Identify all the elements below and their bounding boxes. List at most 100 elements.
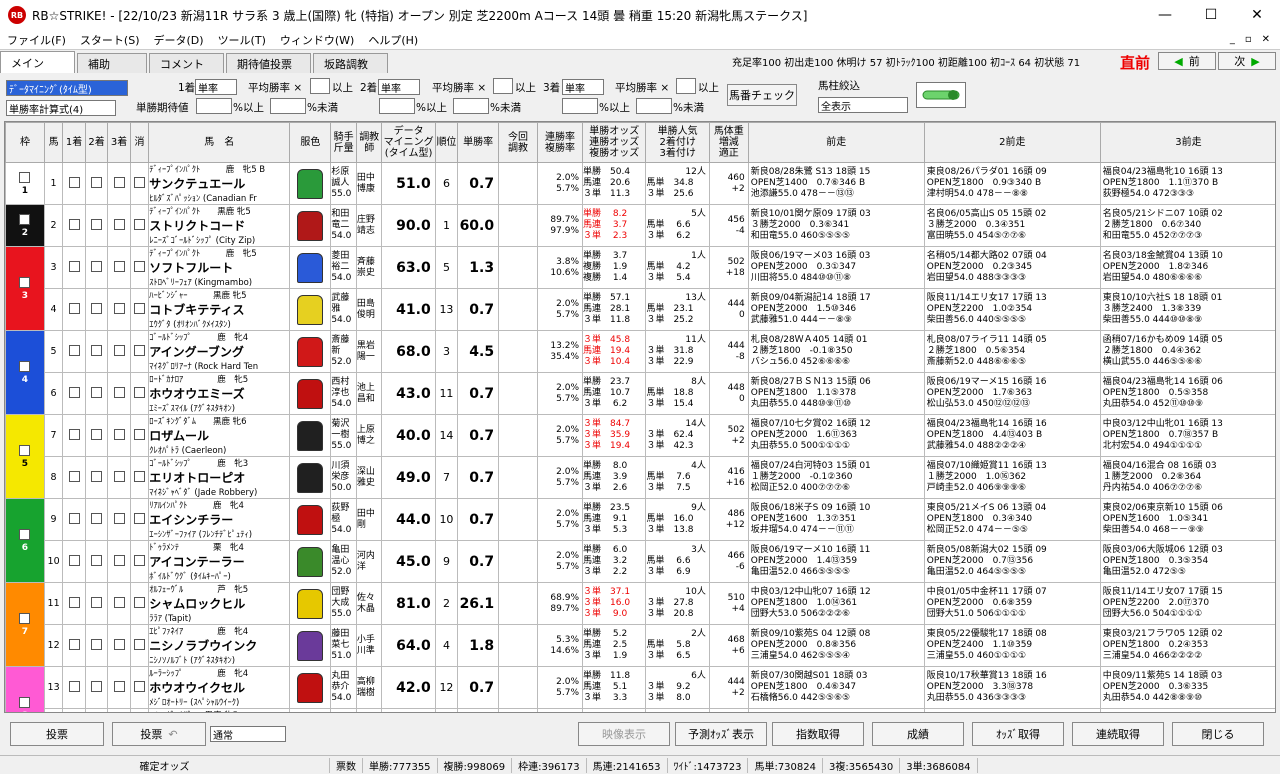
horse-cell[interactable]: ﾄﾞｩﾗﾒﾝﾃ 栗 牝4 アイコンテーラー ﾎﾞｲﾙﾄﾞｳｸﾞ (ﾀｲﾑｷｰﾊﾟｰ) xyxy=(148,540,291,583)
pick-checkbox[interactable] xyxy=(113,344,125,356)
pick-checkbox[interactable] xyxy=(68,218,80,230)
table-row[interactable]: 5 7 ﾛｰｽﾞｷﾝｸﾞﾀﾞﾑ 黒鹿 牝6 ロザムール ｸﾚｵﾊﾟﾄﾗ (Caerleo… xyxy=(5,414,1275,499)
pick-checkbox[interactable] xyxy=(91,596,103,608)
ev3-min-input[interactable] xyxy=(562,98,598,114)
table-row[interactable]: 3 3 ﾃﾞｨｰﾌﾟｲﾝﾊﾟｸﾄ 鹿 牝5 ソフトフルート ｽﾄﾛﾍﾞﾘｰﾌｪｱ (Ki… xyxy=(5,246,1275,331)
data-type-select[interactable]: ﾃﾞｰﾀﾏｲﾆﾝｸﾞ(ﾀｲﾑ型) xyxy=(6,80,128,96)
umaban-check-button[interactable]: 馬番チェック xyxy=(727,84,797,106)
vote-button[interactable]: 投票 xyxy=(10,722,104,746)
pick-checkbox[interactable] xyxy=(133,218,145,230)
pick-checkbox[interactable] xyxy=(68,176,80,188)
vote2-button[interactable]: 投票 ↶ xyxy=(112,722,206,746)
prev3-cell[interactable]: 福良04/16混合 08 16頭 03 １勝芝2000 0.2⑧364 丹内祐54.… xyxy=(1099,456,1275,499)
pick-checkbox[interactable] xyxy=(68,386,80,398)
next-button[interactable]: 次 ▶ xyxy=(1218,52,1276,70)
formula-select[interactable]: 単勝率計算式(4) xyxy=(6,100,116,116)
pick-checkbox[interactable] xyxy=(91,554,103,566)
pick-checkbox[interactable] xyxy=(113,218,125,230)
minimize-icon[interactable]: — xyxy=(1142,0,1188,30)
ev3-max-input[interactable] xyxy=(636,98,672,114)
table-row[interactable]: 10 ﾄﾞｩﾗﾒﾝﾃ 栗 牝4 アイコンテーラー ﾎﾞｲﾙﾄﾞｳｸﾞ (ﾀｲﾑｷｰﾊﾟ… xyxy=(6,540,1275,583)
col-kesu[interactable]: 消 xyxy=(129,122,150,163)
menu-window[interactable]: ウィンドウ(W) xyxy=(273,32,361,48)
table-row[interactable]: 12 ｴﾋﾟﾌｧﾈｲｱ 鹿 牝4 ニシノラブウインク ﾆｼﾉｿﾉﾙﾌﾞﾄ (ｱｸﾞﾈｽ… xyxy=(6,624,1275,667)
horse-cell[interactable]: ﾛｰｽﾞｷﾝｸﾞﾀﾞﾑ 黒鹿 牝6 ロザムール ｸﾚｵﾊﾟﾄﾗ (Caerleon) xyxy=(148,414,291,457)
tab-main[interactable]: メイン xyxy=(0,51,75,73)
pick-checkbox[interactable] xyxy=(113,680,125,692)
table-row[interactable]: 8 13 ﾙｰﾗｰｼｯﾌﾟ 鹿 牝4 ホウオウイクセル ﾒｼﾞﾛｵｰﾄﾘｰ (ｽﾍﾟｼｬ… xyxy=(5,666,1275,712)
waku-checkbox[interactable] xyxy=(19,444,31,456)
table-row[interactable]: 6 9 ﾘｱﾙｲﾝﾊﾟｸﾄ 鹿 牝4 エイシンチラー ｴｰｼﾝｻﾞｰﾌｧｲｱ (ﾌﾚﾝﾁ… xyxy=(5,498,1275,583)
video-button[interactable]: 映像表示 xyxy=(578,722,670,746)
odds-fetch-button[interactable]: ｵｯｽﾞ取得 xyxy=(972,722,1064,746)
prev2-cell[interactable]: 東良05/22優駿牝17 18頭 08 OPEN芝2400 1.1⑩359 三浦皇5… xyxy=(923,624,1101,667)
col-prev1[interactable]: 前走 xyxy=(747,122,925,163)
prev1-cell[interactable]: 福良07/10七夕賞02 16頭 12 OPEN芝2000 1.6⑪363 丸田恭5… xyxy=(747,414,925,457)
prev2-cell[interactable]: 阪良10/17秋華賞13 18頭 16 OPEN芝2000 3.3⑱378 丸田恭5… xyxy=(923,666,1101,709)
pick-checkbox[interactable] xyxy=(68,344,80,356)
col-winrate[interactable]: 単勝率 xyxy=(457,122,500,163)
table-row[interactable]: 2 2 ﾃﾞｨｰﾌﾟｲﾝﾊﾟｸﾄ 黒鹿 牝5 ストリクトコード ﾚﾆｰｽﾞｺﾞｰﾙﾄﾞｼ… xyxy=(5,204,1275,247)
prev1-cell[interactable]: 阪良06/18米子S 09 16頭 10 OPEN芝1600 1.3⑦351 坂井瑠… xyxy=(747,498,925,541)
prev1-cell[interactable]: 阪良06/19マーメ10 16頭 11 OPEN芝2000 1.4⑬359 亀田温5… xyxy=(747,540,925,583)
pick-checkbox[interactable] xyxy=(68,470,80,482)
waku-checkbox[interactable] xyxy=(19,360,31,372)
pick-checkbox[interactable] xyxy=(113,176,125,188)
col-waku[interactable]: 枠 xyxy=(5,122,45,163)
pick-checkbox[interactable] xyxy=(133,512,145,524)
prev-button[interactable]: ◀ 前 xyxy=(1158,52,1216,70)
prev2-cell[interactable]: 福良07/10織姫賞11 16頭 13 １勝芝2000 1.0⑯362 戸崎圭52.… xyxy=(923,456,1101,499)
prev1-cell[interactable]: 新良09/10紫苑S 04 12頭 08 OPEN芝2000 0.8⑧356 三浦皇… xyxy=(747,624,925,667)
prev3-cell[interactable]: 福良07/10七夕賞04 16頭 04OPEN芝2000 0.6⑧357丸田恭5… xyxy=(1099,708,1275,712)
prev2-cell[interactable]: 小良08/28小日経10 11頭 09OPEN芝2000 1.0⑤378西村淳5… xyxy=(923,708,1101,712)
pick-checkbox[interactable] xyxy=(68,554,80,566)
pick-checkbox[interactable] xyxy=(91,386,103,398)
table-row[interactable]: 6 ﾛｰﾄﾞｶﾅﾛｱ 鹿 牝5 ホウオウエミーズ ｴﾐｰｽﾞｽﾏｲﾙ (ｱｸﾞﾈｽﾀｷ… xyxy=(6,372,1275,415)
horse-cell[interactable]: ﾛｰﾄﾞｶﾅﾛｱ 鹿 牝5 ホウオウエミーズ ｴﾐｰｽﾞｽﾏｲﾙ (ｱｸﾞﾈｽﾀｷｵ… xyxy=(148,372,291,415)
col-placerate[interactable]: 連勝率 複勝率 xyxy=(536,122,584,163)
horse-cell[interactable]: ｴﾋﾟﾌｧﾈｲｱ 鹿 牝4 ニシノラブウインク ﾆｼﾉｿﾉﾙﾌﾞﾄ (ｱｸﾞﾈｽﾀｷ… xyxy=(148,624,291,667)
3rd-bet-select[interactable]: 単率 xyxy=(562,79,604,95)
mode-select[interactable]: 通常 xyxy=(210,726,286,742)
close-button[interactable]: 閉じる xyxy=(1172,722,1264,746)
prev2-cell[interactable]: 名稍05/14都大路02 07頭 04 OPEN芝2000 0.2③345 岩田望5… xyxy=(923,246,1101,289)
pick-checkbox[interactable] xyxy=(113,596,125,608)
ev2-min-input[interactable] xyxy=(379,98,415,114)
col-popularity[interactable]: 単勝人気 2着付け 3着付け xyxy=(645,122,710,163)
horse-cell[interactable]: ﾃﾞｨｰﾌﾟｲﾝﾊﾟｸﾄ 黒鹿 牝5 ストリクトコード ﾚﾆｰｽﾞｺﾞｰﾙﾄﾞｼｯﾌ… xyxy=(148,204,291,247)
prev3-cell[interactable]: 中良09/11紫苑S 14 18頭 03 OPEN芝2000 0.3⑥335 丸田恭… xyxy=(1099,666,1275,709)
pick-checkbox[interactable] xyxy=(91,176,103,188)
table-row[interactable]: 1 1 ﾃﾞｨｰﾌﾟｲﾝﾊﾟｸﾄ 鹿 牝5 B サンクテュエール ﾋﾙﾀﾞｽﾞﾊﾟｯｼｮ… xyxy=(5,162,1275,205)
maximize-icon[interactable]: ☐ xyxy=(1188,0,1234,30)
table-row[interactable]: 7 11 ｵﾙﾌｪｰｳﾞﾙ 芦 牝5 シャムロックヒル ﾗﾗｱ (Tapit) 団野 大成 5… xyxy=(5,582,1275,667)
prev1-cell[interactable]: 新良07/30関越S01 18頭 03 OPEN芝1800 0.4⑥347 石橋脩5… xyxy=(747,666,925,709)
menu-tool[interactable]: ツール(T) xyxy=(211,32,273,48)
prev3-cell[interactable]: 函稍07/16かもめ09 14頭 05 ２勝芝1800 0.4④362 横山武55.… xyxy=(1099,330,1275,373)
pick-checkbox[interactable] xyxy=(68,302,80,314)
prev1-cell[interactable]: 福良07/24白河特03 15頭 01 １勝芝2000 -0.1②360 松岡正52… xyxy=(747,456,925,499)
waku-checkbox[interactable] xyxy=(19,171,31,183)
pick-checkbox[interactable] xyxy=(133,302,145,314)
pick-checkbox[interactable] xyxy=(133,176,145,188)
prev1-cell[interactable]: 新良10/01関ケ原09 17頭 03 ３勝芝2000 0.3⑥341 和田竜55.… xyxy=(747,204,925,247)
pick-checkbox[interactable] xyxy=(113,260,125,272)
col-1st[interactable]: 1着 xyxy=(62,122,86,163)
horse-cell[interactable]: ﾘｱﾙｲﾝﾊﾟｸﾄ 鹿 牝4 エイシンチラー ｴｰｼﾝｻﾞｰﾌｧｲｱ (ﾌﾚﾝﾁﾃﾞ… xyxy=(148,498,291,541)
pick-checkbox[interactable] xyxy=(68,596,80,608)
prev3-cell[interactable]: 名良05/21シドニ07 10頭 02 ２勝芝1800 0.6⑦340 和田竜55.… xyxy=(1099,204,1275,247)
menu-file[interactable]: ファイル(F) xyxy=(0,32,73,48)
pick-checkbox[interactable] xyxy=(68,512,80,524)
pick-checkbox[interactable] xyxy=(91,470,103,482)
col-prev2[interactable]: 2前走 xyxy=(923,122,1101,163)
prev2-cell[interactable]: 中良01/05中金杯11 17頭 07 OPEN芝2000 0.6⑧359 団野大5… xyxy=(923,582,1101,625)
prev3-cell[interactable]: 名良03/18金鯱賞04 13頭 10 OPEN芝2000 1.8②346 岩田望5… xyxy=(1099,246,1275,289)
pick-checkbox[interactable] xyxy=(91,260,103,272)
col-2nd[interactable]: 2着 xyxy=(84,122,109,163)
pick-checkbox[interactable] xyxy=(133,554,145,566)
2nd-bet-select[interactable]: 単率 xyxy=(378,79,420,95)
pick-checkbox[interactable] xyxy=(133,470,145,482)
tab-comment[interactable]: コメント xyxy=(149,53,224,73)
table-row[interactable]: 4 ﾊｰﾋﾞﾝｼﾞｬｰ 黒鹿 牝5 コトブキテティス ｴｳｸﾞﾀ (ｵﾘｵﾝﾊﾞｸﾒｲ… xyxy=(6,288,1275,331)
prev2-cell[interactable]: 阪良11/14エリ女17 17頭 13 OPEN芝2200 1.0②354 柴田善5… xyxy=(923,288,1101,331)
ev-min-input[interactable] xyxy=(196,98,232,114)
